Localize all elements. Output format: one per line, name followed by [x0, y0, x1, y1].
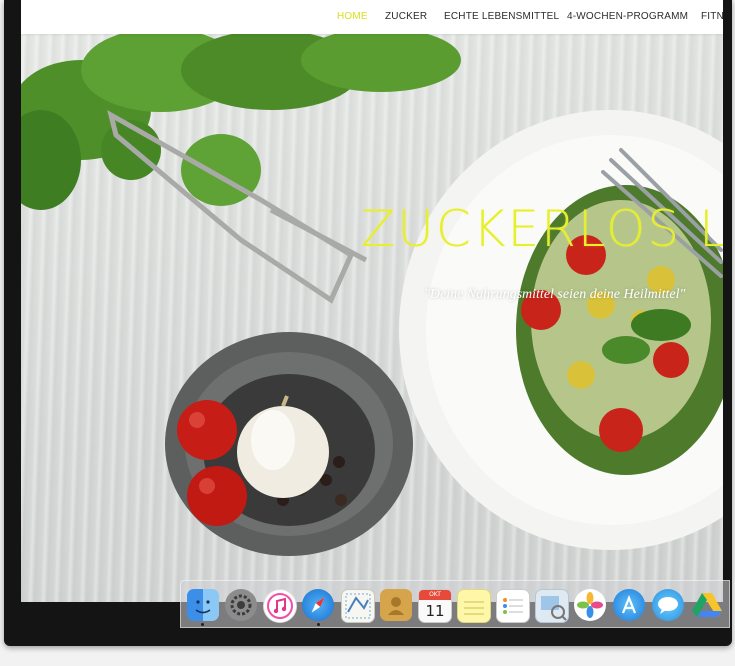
safari-icon[interactable] [302, 589, 334, 621]
nav-item-echte-lebensmittel[interactable]: ECHTE LEBENSMITTEL [444, 11, 559, 22]
preview-icon[interactable] [535, 589, 569, 623]
calendar-icon[interactable]: OKT 11 [418, 589, 452, 623]
nav-item-4-wochen-programm[interactable]: 4-WOCHEN-PROGRAMM [567, 11, 688, 22]
finder-icon[interactable] [187, 589, 219, 621]
nav-item-home[interactable]: HOME [337, 11, 368, 22]
system-preferences-icon[interactable] [225, 589, 257, 621]
finder-running-indicator [201, 623, 204, 626]
nav-item-fitness[interactable]: FITN [701, 11, 723, 22]
plate-with-salad [399, 110, 723, 550]
itunes-icon[interactable] [263, 589, 297, 623]
basil-leaves [21, 28, 461, 210]
app-store-icon[interactable] [613, 589, 645, 621]
contacts-icon[interactable] [380, 589, 412, 621]
photos-icon[interactable] [574, 589, 606, 621]
macos-dock: OKT 11 [180, 580, 730, 628]
calendar-month: OKT [419, 590, 451, 600]
notes-icon[interactable] [457, 589, 491, 623]
nav-item-zucker[interactable]: ZUCKER [385, 11, 427, 22]
site-navbar: HOME ZUCKER ECHTE LEBENSMITTEL 4-WOCHEN-… [21, 0, 723, 34]
safari-running-indicator [317, 623, 320, 626]
calendar-day: 11 [425, 602, 445, 620]
browser-viewport: HOME ZUCKER ECHTE LEBENSMITTEL 4-WOCHEN-… [21, 0, 723, 602]
mortar-bowl-with-garlic [165, 332, 413, 556]
messages-icon[interactable] [652, 589, 684, 621]
reminders-icon[interactable] [496, 589, 530, 623]
monitor-photo-frame: HOME ZUCKER ECHTE LEBENSMITTEL 4-WOCHEN-… [4, 0, 732, 646]
hero-subtitle: "Deine Nahrungsmittel seien deine Heilmi… [424, 287, 686, 302]
hero-title: ZUCKERLOS L [361, 200, 723, 258]
google-drive-icon[interactable] [691, 589, 723, 621]
mail-icon[interactable] [341, 589, 375, 623]
